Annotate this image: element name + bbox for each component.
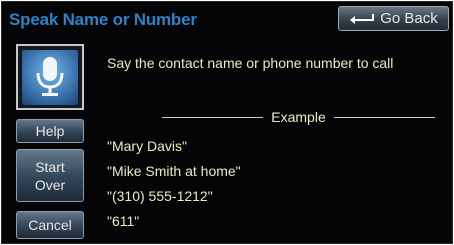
screen-title: Speak Name or Number	[9, 10, 197, 29]
start-over-button[interactable]: Start Over	[16, 149, 84, 202]
example-item: "611"	[107, 213, 140, 229]
go-back-label: Go Back	[380, 10, 438, 27]
go-back-button[interactable]: Go Back	[338, 6, 449, 31]
example-item: "(310) 555-1212"	[107, 188, 213, 204]
help-button[interactable]: Help	[16, 119, 84, 143]
divider-line-left	[162, 116, 264, 118]
example-item: "Mike Smith at home"	[107, 163, 241, 179]
voice-command-screen: Speak Name or Number Go Back Help Start …	[1, 1, 453, 244]
instruction-text: Say the contact name or phone number to …	[107, 55, 394, 71]
example-divider: Example	[162, 109, 435, 125]
help-label: Help	[35, 123, 65, 139]
cancel-button[interactable]: Cancel	[16, 211, 84, 239]
microphone-button[interactable]	[16, 44, 84, 110]
return-arrow-icon	[349, 12, 375, 26]
start-over-label-line2: Over	[34, 176, 66, 193]
divider-line-right	[333, 116, 435, 118]
start-over-label-line1: Start	[35, 158, 65, 175]
example-heading: Example	[271, 109, 326, 125]
cancel-label: Cancel	[28, 217, 72, 233]
example-item: "Mary Davis"	[107, 138, 187, 154]
microphone-icon	[22, 49, 78, 105]
